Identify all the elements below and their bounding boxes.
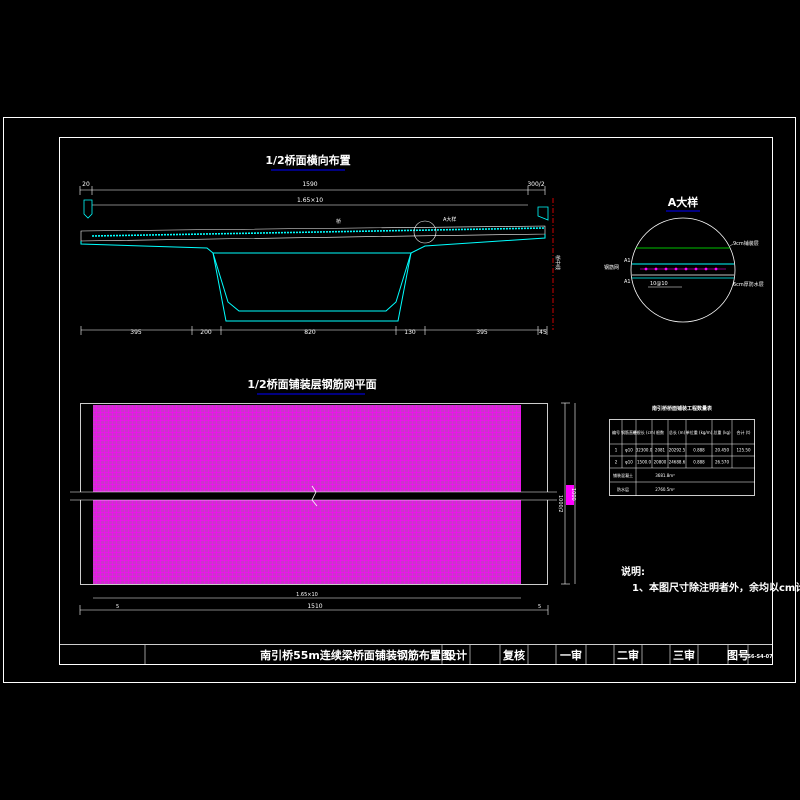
table-header-cell: 总长 (m) [669, 429, 686, 435]
table-header-cell: 编号 [612, 429, 620, 435]
label-concrete-9cm: 9cm铺装层 [733, 240, 759, 247]
label-small: 桥 [336, 218, 341, 225]
table-waterproof-value: 2760.5m² [655, 487, 675, 492]
table-cell: 26.570 [715, 460, 729, 465]
table-cell: 20800 [654, 460, 667, 465]
label-spacing: 10@10 [650, 281, 668, 287]
label-waterproof: 6cm厚防水层 [733, 281, 764, 288]
table-cell: 125.50 [737, 448, 751, 453]
tb-design: 设计 [445, 648, 467, 662]
table-cell: 20.450 [715, 448, 729, 453]
label-mark-a: A1 [624, 258, 631, 264]
top-dim-left: 20 [82, 181, 90, 188]
label-mark-b: A1 [624, 279, 631, 285]
notes-item-1: 1、本图尺寸除注明者外，余均以cm计。 [632, 581, 800, 594]
plan-dim-side-inner: 1000/2 [557, 495, 563, 513]
plan-view: 1/2桥面铺装层钢筋网平面 1000/2 1000 1.65×10 1510 5… [70, 377, 576, 615]
bottom-dim-4: 130 [404, 329, 416, 336]
notes-heading: 说明: [621, 565, 645, 578]
plan-edge-right: 5 [538, 604, 541, 610]
cad-drawing: 1/2桥面横向布置 20 1590 300/2 1.65×10 A大样 桥 桥中… [0, 0, 800, 800]
table-cell: 2 [615, 460, 618, 465]
table-waterproof-label: 防水层 [617, 486, 629, 492]
table-cell: 2081 [655, 448, 666, 453]
table-cell: 0.888 [693, 460, 705, 465]
tb-third-check: 三审 [673, 648, 695, 662]
label-bridge-centre: 桥中线 [554, 255, 561, 270]
tb-drawing-no: S6-S4-07 [747, 654, 773, 660]
table-header-cell: 单根长 (cm) [633, 429, 656, 435]
table-cell: 1500.0 [637, 460, 651, 465]
plan-dim-side: 1000 [570, 488, 576, 501]
table-header-cell: 总重 (kg) [713, 429, 731, 435]
tb-drawing-no-label: 图号 [727, 649, 749, 662]
table-cell: 24688.6 [669, 460, 686, 465]
tb-first-check: 一审 [560, 648, 582, 662]
table-cell: φ10 [625, 448, 633, 453]
table-concrete-label: 铺装混凝土 [613, 472, 633, 478]
table-cell: 20292.5 [669, 448, 686, 453]
table-header-cell: 单位重 (kg/m) [686, 429, 713, 435]
bottom-dim-1: 395 [130, 329, 142, 336]
bottom-dim-5: 395 [476, 329, 488, 336]
top-dim-main: 1590 [302, 181, 317, 188]
bottom-dim-3: 820 [304, 329, 316, 336]
bottom-dim-6: 45 [539, 329, 547, 336]
table-header-cell: 根数 [656, 429, 664, 435]
table-cell: φ10 [625, 460, 633, 465]
plan-title: 1/2桥面铺装层钢筋网平面 [247, 377, 376, 391]
table-concrete-value: 3681.8m³ [655, 473, 675, 478]
callout-a-label: A大样 [443, 216, 456, 223]
table-cell: 0.888 [693, 448, 705, 453]
table-title: 南引桥桥面铺装工程数量表 [652, 405, 713, 412]
table-cell: 1 [615, 448, 618, 453]
table-header-cell: 合计 (t) [737, 429, 751, 435]
sub-dim: 1.65×10 [297, 197, 323, 204]
bottom-dim-2: 200 [200, 329, 212, 336]
tb-review: 复核 [502, 648, 525, 662]
plan-dim-top: 1.65×10 [296, 592, 318, 598]
tb-second-check: 二审 [617, 648, 639, 662]
detail-a-title: A大样 [668, 195, 699, 209]
table-cell: 32300.0 [636, 448, 653, 453]
plan-dim-bottom: 1510 [307, 603, 322, 610]
cross-section-title: 1/2桥面横向布置 [265, 153, 350, 167]
top-dim-right: 300/2 [527, 181, 544, 188]
label-rebar-mesh: 钢筋网 [604, 264, 619, 271]
drawing-title: 南引桥55m连续梁桥面铺装钢筋布置图 [260, 648, 452, 662]
plan-edge-left: 5 [116, 604, 119, 610]
